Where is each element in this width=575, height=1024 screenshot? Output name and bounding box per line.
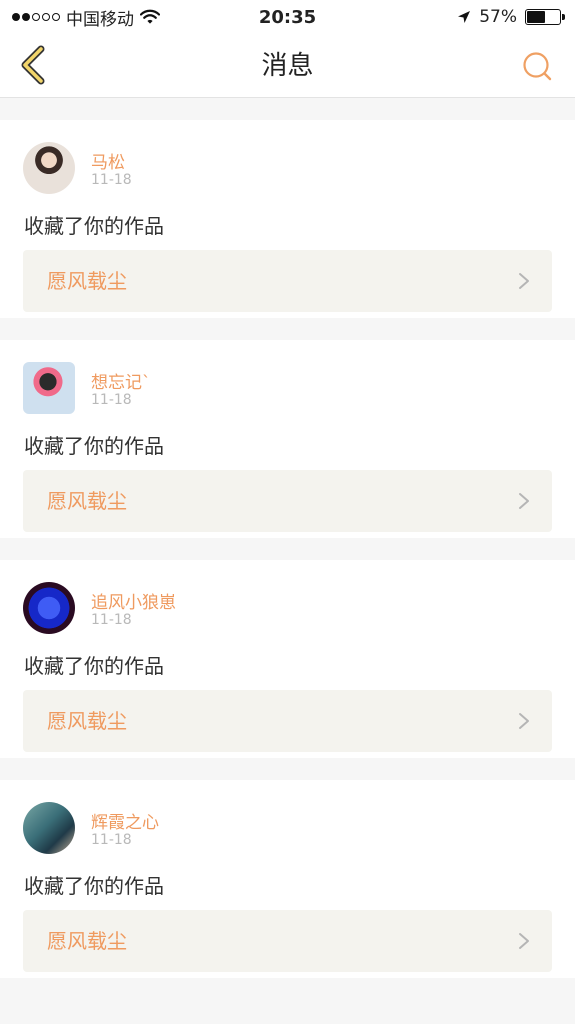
work-title: 愿风载尘 bbox=[47, 489, 127, 513]
navigation-bar: 消息 bbox=[0, 34, 575, 98]
chevron-right-icon bbox=[519, 933, 529, 949]
username[interactable]: 追风小狼崽 bbox=[91, 588, 176, 613]
work-title: 愿风载尘 bbox=[47, 929, 127, 953]
message-date: 11-18 bbox=[91, 172, 132, 188]
username[interactable]: 想忘记` bbox=[91, 368, 151, 393]
carrier-signal: 中国移动 bbox=[12, 5, 160, 30]
work-link[interactable]: 愿风载尘 bbox=[23, 690, 552, 752]
chevron-right-icon bbox=[519, 713, 529, 729]
status-bar: 中国移动 20:35 57% bbox=[0, 0, 575, 34]
username[interactable]: 辉霞之心 bbox=[91, 808, 159, 833]
avatar[interactable] bbox=[23, 802, 75, 854]
status-right: 57% bbox=[457, 7, 565, 27]
work-title: 愿风载尘 bbox=[47, 709, 127, 733]
username[interactable]: 马松 bbox=[91, 148, 125, 173]
page-title: 消息 bbox=[261, 51, 314, 81]
battery-percent: 57% bbox=[479, 7, 517, 27]
back-button[interactable] bbox=[12, 42, 52, 88]
work-link[interactable]: 愿风载尘 bbox=[23, 250, 552, 312]
carrier-name: 中国移动 bbox=[66, 9, 134, 30]
message-date: 11-18 bbox=[91, 392, 132, 408]
action-text: 收藏了你的作品 bbox=[24, 214, 164, 238]
battery-fill bbox=[527, 11, 546, 23]
message-card: 辉霞之心 11-18 收藏了你的作品 愿风载尘 bbox=[0, 780, 575, 978]
search-button[interactable] bbox=[517, 46, 557, 86]
battery-icon bbox=[525, 9, 565, 25]
chevron-right-icon bbox=[519, 493, 529, 509]
message-date: 11-18 bbox=[91, 612, 132, 628]
chevron-right-icon bbox=[519, 273, 529, 289]
avatar[interactable] bbox=[23, 142, 75, 194]
search-icon bbox=[523, 52, 552, 81]
action-text: 收藏了你的作品 bbox=[24, 654, 164, 678]
action-text: 收藏了你的作品 bbox=[24, 874, 164, 898]
chevron-left-icon bbox=[21, 45, 45, 85]
message-card: 追风小狼崽 11-18 收藏了你的作品 愿风载尘 bbox=[0, 560, 575, 758]
signal-strength-icon bbox=[12, 13, 60, 21]
wifi-icon bbox=[140, 9, 160, 24]
location-arrow-icon bbox=[458, 11, 471, 23]
message-list: 马松 11-18 收藏了你的作品 愿风载尘 想忘记` 11-18 收藏了你的作品… bbox=[0, 98, 575, 978]
message-card: 马松 11-18 收藏了你的作品 愿风载尘 bbox=[0, 120, 575, 318]
work-title: 愿风载尘 bbox=[47, 269, 127, 293]
message-date: 11-18 bbox=[91, 832, 132, 848]
message-card: 想忘记` 11-18 收藏了你的作品 愿风载尘 bbox=[0, 340, 575, 538]
avatar[interactable] bbox=[23, 582, 75, 634]
work-link[interactable]: 愿风载尘 bbox=[23, 910, 552, 972]
avatar[interactable] bbox=[23, 362, 75, 414]
work-link[interactable]: 愿风载尘 bbox=[23, 470, 552, 532]
action-text: 收藏了你的作品 bbox=[24, 434, 164, 458]
